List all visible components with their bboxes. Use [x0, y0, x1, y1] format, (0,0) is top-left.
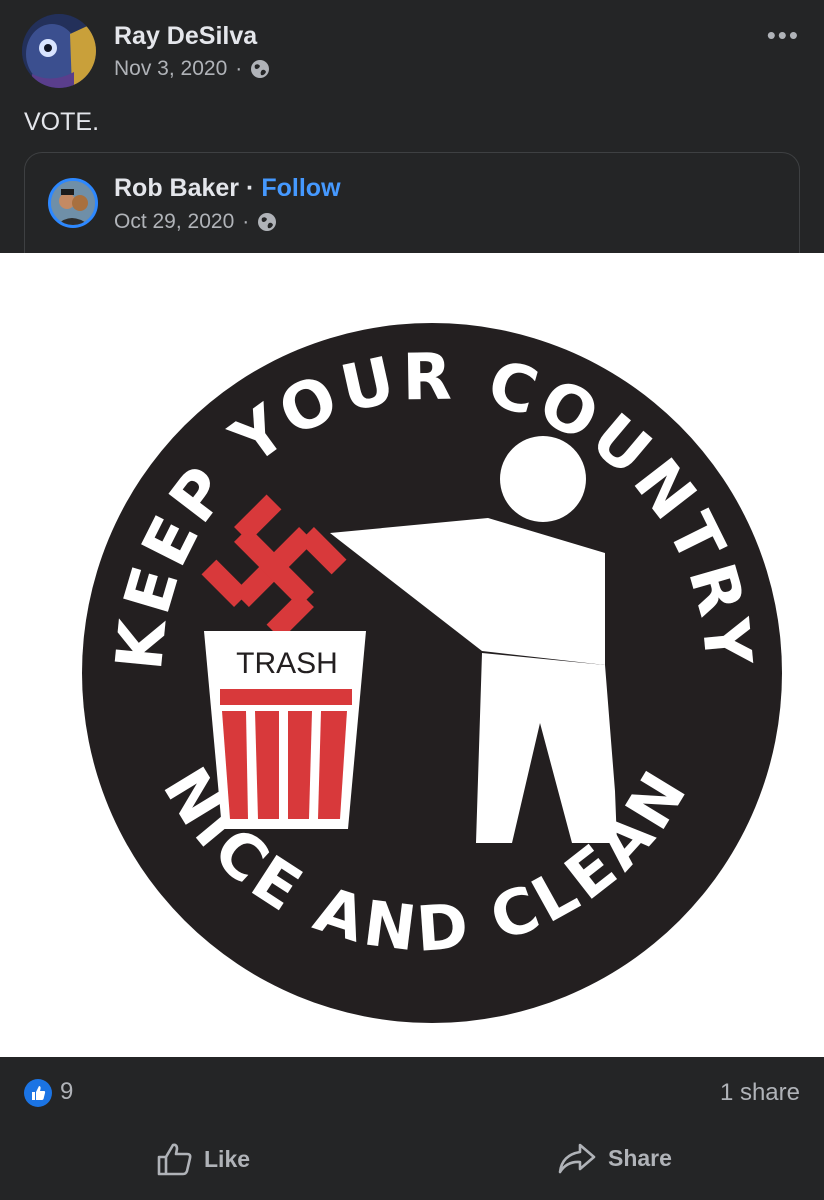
keep-country-clean-image: KEEP YOUR COUNTRY NICE AND CLEAN TRASH: [82, 323, 782, 1023]
post-image[interactable]: KEEP YOUR COUNTRY NICE AND CLEAN TRASH: [0, 253, 824, 1057]
action-bar: Like Share: [0, 1120, 824, 1200]
share-count[interactable]: 1 share: [720, 1079, 800, 1107]
shared-author-separator: ·: [246, 174, 255, 202]
reaction-count[interactable]: 9: [60, 1078, 73, 1106]
post-meta: Nov 3, 2020 ·: [114, 57, 270, 81]
shared-author-line: Rob Baker · Follow: [114, 174, 341, 203]
like-label: Like: [204, 1145, 251, 1172]
thumbs-up-icon[interactable]: [24, 1079, 52, 1107]
post-header: Ray DeSilva Nov 3, 2020 · •••: [0, 0, 824, 90]
shared-post-card[interactable]: [24, 152, 800, 262]
share-label: Share: [608, 1144, 672, 1171]
like-button[interactable]: Like: [156, 1142, 250, 1176]
shared-post-meta: Oct 29, 2020 ·: [114, 210, 277, 234]
share-button[interactable]: Share: [558, 1142, 672, 1174]
shared-post-date[interactable]: Oct 29, 2020: [114, 210, 234, 234]
trash-label: TRASH: [236, 647, 338, 680]
share-arrow-icon: [558, 1143, 596, 1174]
post-date[interactable]: Nov 3, 2020: [114, 57, 227, 81]
author-avatar[interactable]: [22, 14, 96, 88]
shared-meta-separator: ·: [242, 210, 250, 233]
post-text: VOTE.: [24, 108, 100, 136]
globe-icon: [258, 213, 277, 231]
shared-author-avatar[interactable]: [48, 178, 98, 228]
meta-separator: ·: [235, 57, 243, 80]
shared-author-name[interactable]: Rob Baker: [114, 174, 239, 203]
follow-button[interactable]: Follow: [261, 174, 340, 203]
author-name[interactable]: Ray DeSilva: [114, 22, 257, 51]
more-options-button[interactable]: •••: [767, 20, 800, 51]
thumbs-up-outline-icon: [157, 1143, 192, 1176]
globe-icon: [251, 60, 270, 78]
